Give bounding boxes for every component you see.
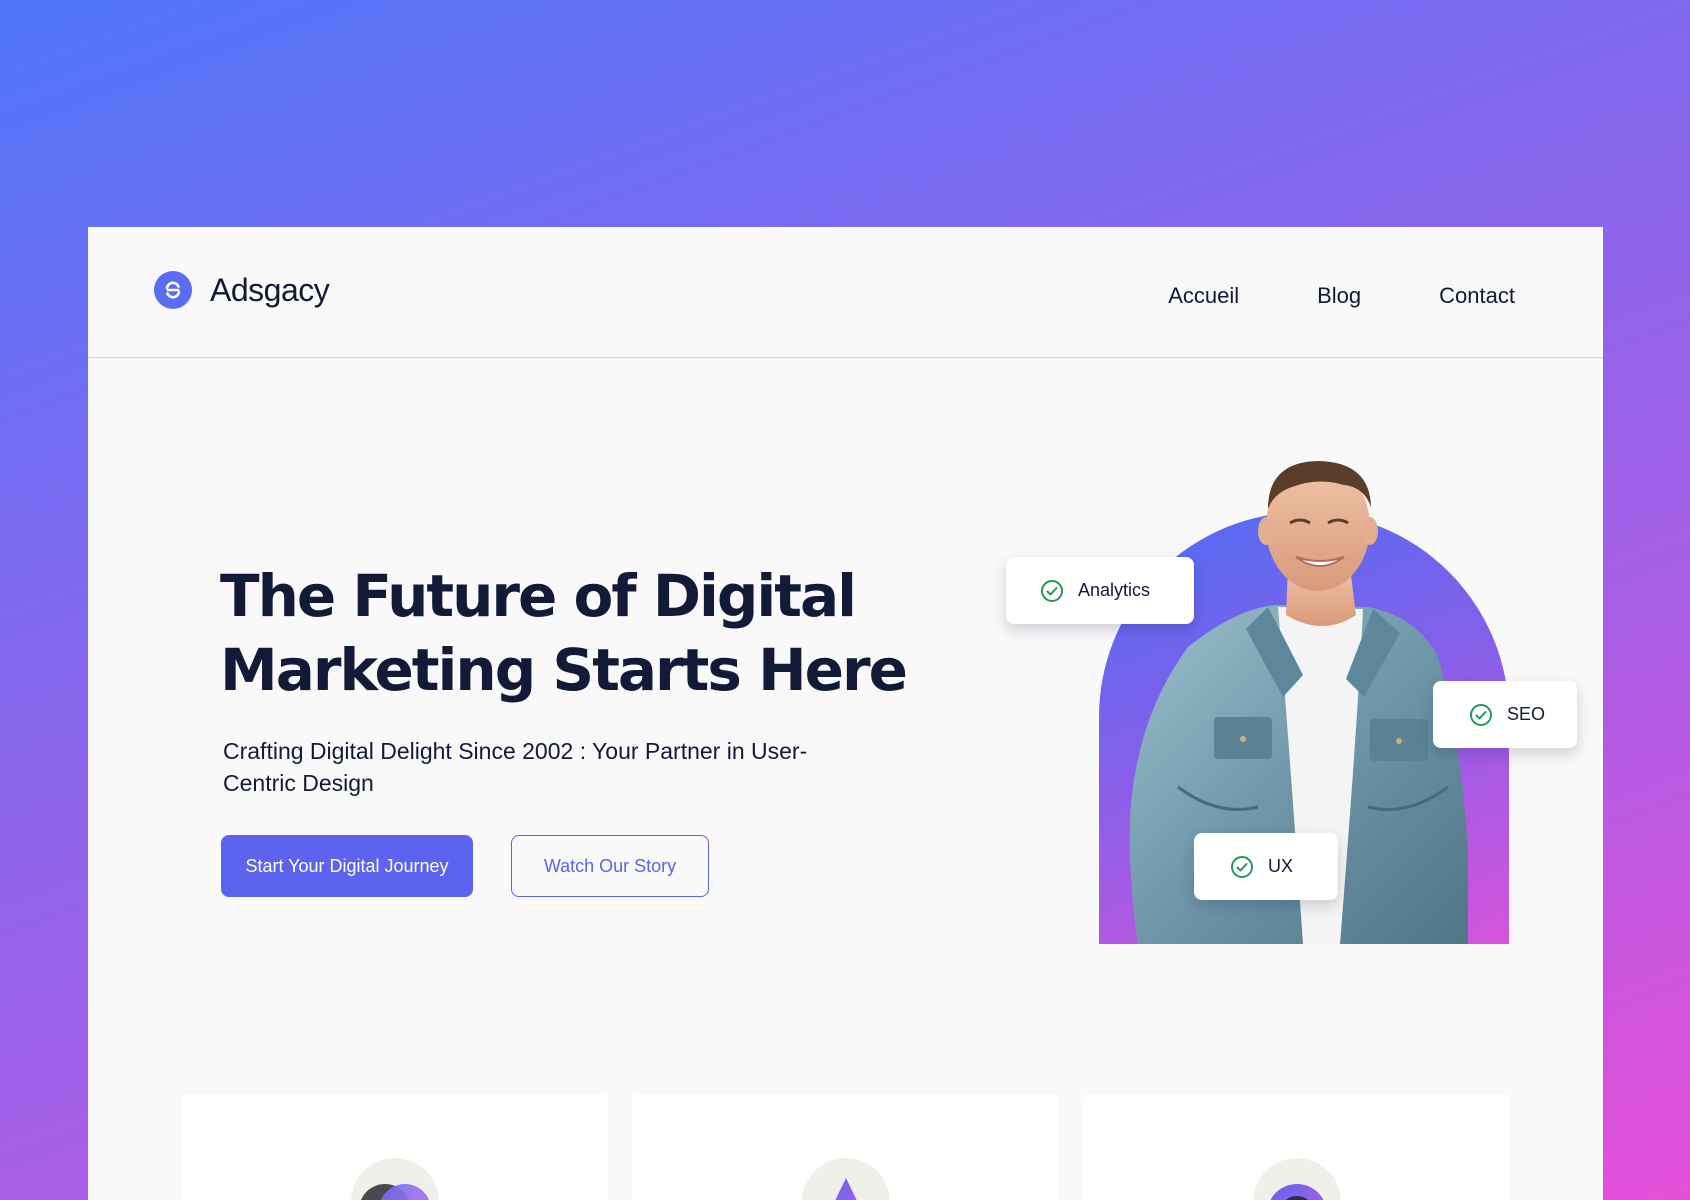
- overlapping-circles-icon: [351, 1158, 439, 1200]
- feature-card[interactable]: [632, 1094, 1059, 1200]
- brand-name: Adsgacy: [210, 271, 330, 308]
- start-journey-button[interactable]: Start Your Digital Journey: [221, 835, 473, 897]
- logo[interactable]: Adsgacy: [154, 271, 330, 309]
- star-badge-icon: [1253, 1158, 1341, 1200]
- nav-item-blog[interactable]: Blog: [1317, 283, 1361, 309]
- check-circle-icon: [1231, 855, 1253, 878]
- analytics-tag-label: Analytics: [1078, 580, 1151, 600]
- logo-icon: [154, 271, 192, 309]
- nav-item-accueil[interactable]: Accueil: [1168, 283, 1239, 309]
- main-nav: Accueil Blog Contact: [1168, 283, 1515, 309]
- feature-cards: [181, 1094, 1510, 1200]
- ux-tag-label: UX: [1268, 856, 1294, 876]
- watch-story-button[interactable]: Watch Our Story: [511, 835, 709, 897]
- check-circle-icon: [1470, 703, 1492, 726]
- seo-tag: SEO: [1433, 681, 1577, 748]
- triangle-icon: [802, 1158, 890, 1200]
- page-frame: Adsgacy Accueil Blog Contact The Future …: [88, 227, 1603, 1200]
- nav-item-contact[interactable]: Contact: [1439, 283, 1515, 309]
- analytics-tag: Analytics: [1006, 557, 1194, 624]
- hero-title: The Future of Digital Marketing Starts H…: [220, 562, 908, 704]
- ux-tag: UX: [1194, 833, 1338, 900]
- feature-card[interactable]: [181, 1094, 608, 1200]
- feature-card[interactable]: [1083, 1094, 1510, 1200]
- check-circle-icon: [1041, 579, 1063, 602]
- hero-subtitle: Crafting Digital Delight Since 2002 : Yo…: [223, 738, 808, 796]
- site-header: Adsgacy Accueil Blog Contact: [88, 227, 1603, 358]
- seo-tag-label: SEO: [1507, 704, 1546, 724]
